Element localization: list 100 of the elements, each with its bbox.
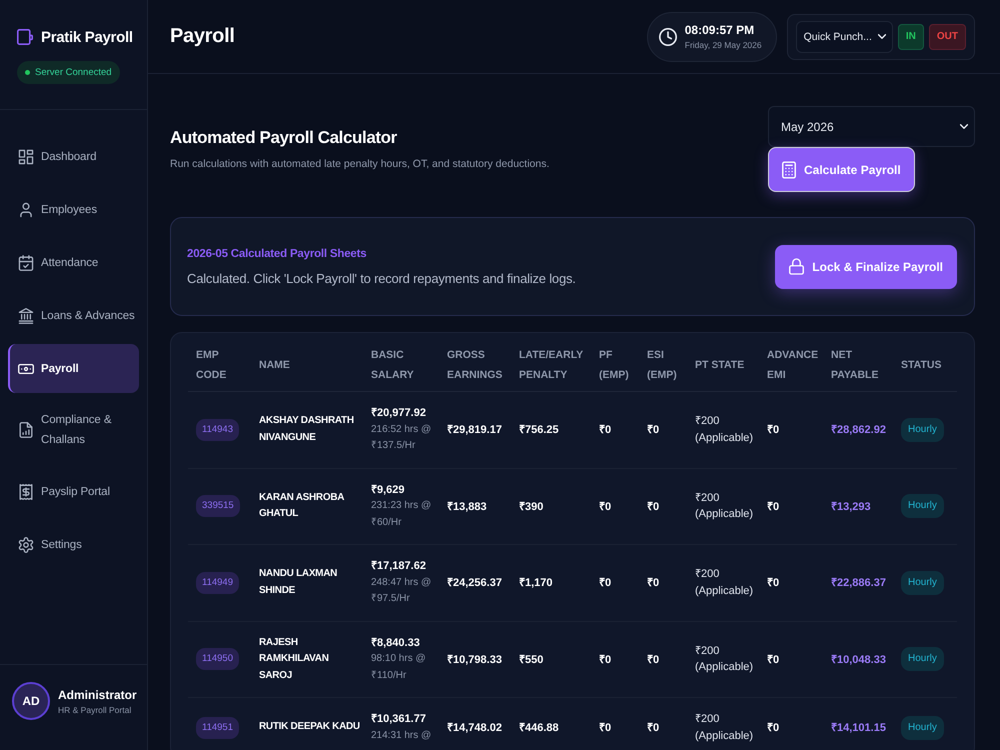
net-payable: ₹14,101.15 [831,722,886,734]
column-header: GROSS EARNINGS [447,349,502,381]
receipt-dollar-icon [18,484,34,500]
nav-item[interactable]: Payslip Portal [8,467,139,516]
calculate-payroll-button[interactable]: Calculate Payroll [768,147,915,192]
pf-amount: ₹0 [599,722,612,734]
user-name: Administrator [58,688,137,702]
sheet-heading: 2026-05 Calculated Payroll Sheets [187,248,368,260]
advance-emi-amount: ₹0 [767,424,780,436]
chevron-down-icon [960,124,968,129]
penalty-amount: ₹550 [519,654,544,666]
employee-name: KARAN ASHROBA GHATUL [259,490,346,522]
basic-salary: ₹17,187.62 [371,559,427,574]
nav-item[interactable]: Dashboard [8,132,139,181]
pt-amount: ₹200 [695,567,720,582]
emp-code-badge: 114943 [196,418,239,441]
status-badge: Hourly [901,716,944,740]
column-header: ADVANCE EMI [767,349,818,381]
column-header: STATUS [901,359,942,371]
user-role: HR & Payroll Portal [58,704,132,714]
chevron-down-icon [878,34,886,39]
esi-amount: ₹0 [647,722,660,734]
nav-item[interactable]: Employees [8,185,139,234]
pt-amount: ₹200 [695,712,720,727]
nav-item[interactable]: Payroll [8,344,139,393]
punch-out-button[interactable]: OUT [928,24,966,50]
hours-rate-note: 216:52 hrs @ ₹137.5/Hr [371,422,432,453]
net-payable: ₹28,862.92 [831,424,886,436]
column-header: EMP CODE [196,349,226,381]
column-header: PF (EMP) [599,349,629,381]
emp-code-badge: 339515 [196,495,240,518]
section-subtitle: Run calculations with automated late penalty hours, OT, and statutory deductions. [170,158,550,170]
nav-item[interactable]: Compliance & Challans [8,397,139,463]
pt-applicable-note: (Applicable) [695,430,754,446]
pf-amount: ₹0 [599,424,612,436]
punch-in-button[interactable]: IN [898,24,924,50]
quick-punch-select[interactable]: Quick Punch... [796,20,893,52]
column-header: BASIC SALARY [371,349,414,381]
column-header: ESI (EMP) [647,349,677,381]
esi-amount: ₹0 [647,577,660,589]
document-chart-icon [18,422,34,438]
gross-earnings: ₹24,256.37 [447,577,502,589]
emp-code-badge: 114950 [196,648,239,670]
status-badge: Hourly [901,494,944,518]
gross-earnings: ₹13,883 [447,500,487,512]
advance-emi-amount: ₹0 [767,722,780,734]
employee-name: RUTIK DEEPAK KADU [259,720,361,734]
pt-amount: ₹200 [695,644,720,659]
lock-finalize-button[interactable]: Lock & Finalize Payroll [775,244,957,288]
pt-applicable-note: (Applicable) [695,584,754,599]
dashboard-grid-icon [18,148,34,164]
user-icon [18,202,34,218]
penalty-amount: ₹1,170 [519,577,553,589]
month-select[interactable]: May 2026 [768,106,975,147]
status-badge: Hourly [901,647,944,672]
status-badge: Hourly [901,418,944,442]
clock-date: Friday, 29 May 2026 [684,40,762,50]
bank-building-icon [18,308,34,324]
column-header: PT STATE [695,359,744,371]
section-title: Automated Payroll Calculator [170,128,398,148]
pt-amount: ₹200 [695,490,720,506]
hours-rate-note: 231:23 hrs @ ₹60/Hr [371,499,432,530]
basic-salary: ₹8,840.33 [371,636,421,650]
employee-name: RAJESH RAMKHILAVAN SAROJ [259,636,330,682]
advance-emi-amount: ₹0 [767,654,780,666]
nav-item[interactable]: Attendance [8,238,139,287]
column-header: NAME [259,359,290,371]
pt-applicable-note: (Applicable) [695,507,754,522]
net-payable: ₹13,293 [831,500,871,512]
calculator-icon [782,160,796,178]
pt-applicable-note: (Applicable) [695,660,754,676]
pf-amount: ₹0 [599,654,612,666]
employee-name: AKSHAY DASHRATH NIVANGUNE [259,414,355,445]
employee-name: NANDU LAXMAN SHINDE [259,567,338,598]
hours-rate-note: 248:47 hrs @ ₹97.5/Hr [371,576,432,606]
pf-amount: ₹0 [599,577,612,589]
nav-item[interactable]: Settings [8,520,139,569]
esi-amount: ₹0 [647,654,660,666]
penalty-amount: ₹390 [519,500,544,512]
nav-item[interactable]: Loans & Advances [8,291,139,340]
advance-emi-amount: ₹0 [767,577,780,589]
clock-icon [658,28,677,46]
column-header: LATE/EARLY PENALTY [519,349,583,381]
hours-rate-note: 98:10 hrs @ ₹110/Hr [371,652,427,682]
net-payable: ₹22,886.37 [831,577,886,589]
clock-time: 08:09:57 PM [684,23,756,37]
avatar: AD [12,682,50,720]
server-status-text: Server Connected [35,67,112,78]
settings-icon [18,536,34,552]
penalty-amount: ₹756.25 [519,424,559,436]
esi-amount: ₹0 [647,500,660,512]
gross-earnings: ₹29,819.17 [447,424,502,436]
brand-name: Pratik Payroll [41,28,133,46]
basic-salary: ₹9,629 [371,482,406,498]
pt-amount: ₹200 [695,414,720,430]
hours-rate-note: 214:31 hrs @ [371,728,432,742]
page-title: Payroll [170,25,235,48]
pt-applicable-note: (Applicable) [695,728,754,744]
column-header: NET PAYABLE [831,349,878,381]
lock-icon [789,258,804,275]
